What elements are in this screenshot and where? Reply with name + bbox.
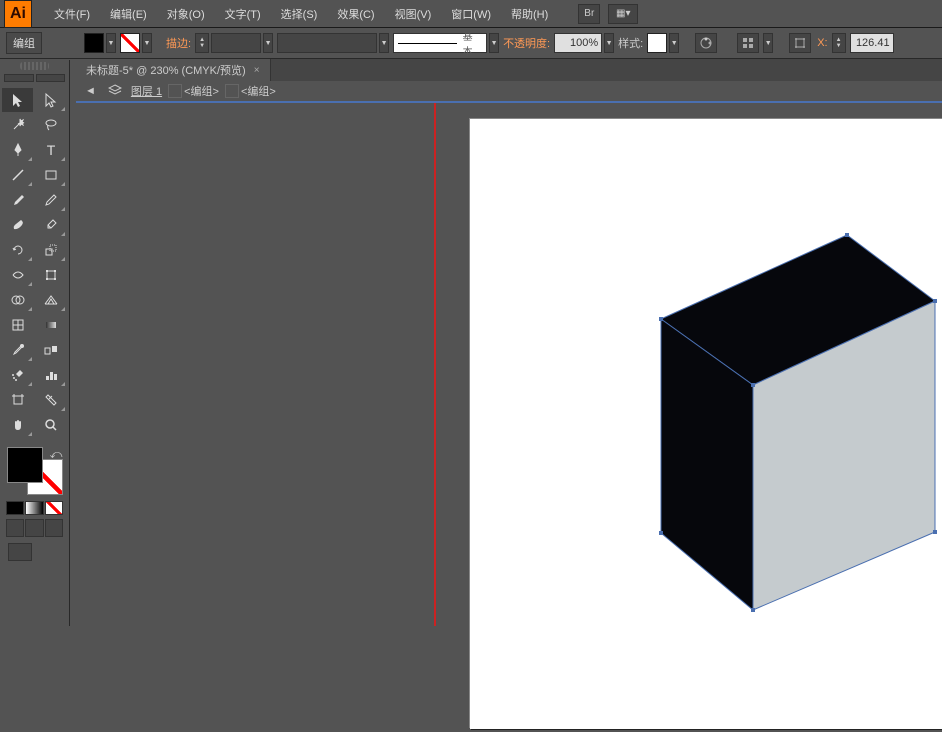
width-tool[interactable] (2, 263, 33, 287)
align-drop[interactable]: ▼ (763, 33, 773, 53)
tab-close-icon[interactable]: × (254, 65, 260, 76)
selection-tool[interactable] (2, 88, 33, 112)
artboard-tool[interactable] (2, 388, 33, 412)
opacity-input[interactable] (554, 33, 602, 53)
perspective-grid-tool[interactable] (35, 288, 66, 312)
stroke-dropdown[interactable]: ▼ (142, 33, 152, 53)
lasso-tool[interactable] (35, 113, 66, 137)
type-tool[interactable]: T (35, 138, 66, 162)
menu-bar: Ai 文件(F) 编辑(E) 对象(O) 文字(T) 选择(S) 效果(C) 视… (0, 0, 942, 28)
brush-def[interactable]: 基本 (393, 33, 487, 53)
column-graph-tool[interactable] (35, 363, 66, 387)
align-icon[interactable] (737, 33, 759, 53)
app-logo: Ai (4, 0, 32, 28)
menu-select[interactable]: 选择(S) (271, 6, 328, 22)
magic-wand-tool[interactable] (2, 113, 33, 137)
screen-mode[interactable] (8, 543, 32, 561)
style-drop[interactable]: ▼ (669, 33, 679, 53)
fill-swatch[interactable] (84, 33, 104, 53)
gradient-tool[interactable] (35, 313, 66, 337)
symbol-sprayer-tool[interactable] (2, 363, 33, 387)
hand-tool[interactable] (2, 413, 33, 437)
color-mode-gradient[interactable] (25, 501, 43, 515)
fill-stroke-swatches[interactable]: ⤺ (7, 447, 63, 495)
tab-title: 未标题-5* @ 230% (CMYK/预览) (86, 62, 246, 78)
brush-drop[interactable]: ▼ (489, 33, 499, 53)
style-swatch[interactable] (647, 33, 667, 53)
canvas-area[interactable]: jingy (76, 103, 942, 626)
pen-tool[interactable] (2, 138, 33, 162)
menu-help[interactable]: 帮助(H) (501, 6, 558, 22)
draw-normal[interactable] (6, 519, 24, 537)
blob-brush-tool[interactable] (2, 213, 33, 237)
slice-tool[interactable] (35, 388, 66, 412)
direct-select-tool[interactable] (35, 88, 66, 112)
toolbar-grip[interactable] (20, 62, 49, 70)
layers-icon[interactable] (105, 84, 125, 99)
toolbar: T ⤺ (0, 60, 70, 626)
document-tabs: 未标题-5* @ 230% (CMYK/预览) × (76, 59, 942, 81)
line-tool[interactable] (2, 163, 33, 187)
transform-icon[interactable] (789, 33, 811, 53)
x-label: X: (817, 37, 827, 49)
rectangle-tool[interactable] (35, 163, 66, 187)
free-transform-tool[interactable] (35, 263, 66, 287)
stroke-weight-label: 描边: (166, 35, 191, 51)
mesh-tool[interactable] (2, 313, 33, 337)
eyedropper-tool[interactable] (2, 338, 33, 362)
draw-inside[interactable] (45, 519, 63, 537)
arrange-docs-icon[interactable]: ▦▾ (608, 4, 638, 24)
recolor-icon[interactable] (695, 33, 717, 53)
stroke-weight-drop[interactable]: ▼ (263, 33, 273, 53)
draw-behind[interactable] (25, 519, 43, 537)
guide-vertical[interactable] (434, 103, 436, 626)
selection-type: 编组 (6, 32, 42, 54)
eraser-tool[interactable] (35, 213, 66, 237)
menu-effect[interactable]: 效果(C) (327, 6, 384, 22)
menu-view[interactable]: 视图(V) (385, 6, 442, 22)
menu-edit[interactable]: 编辑(E) (100, 6, 157, 22)
stroke-weight-input[interactable] (211, 33, 261, 53)
group1-target-icon[interactable] (168, 84, 182, 98)
back-arrow-icon[interactable]: ◄ (82, 85, 99, 97)
zoom-tool[interactable] (35, 413, 66, 437)
scale-tool[interactable] (35, 238, 66, 262)
menu-file[interactable]: 文件(F) (44, 6, 100, 22)
opacity-label: 不透明度: (503, 35, 550, 51)
fill-dropdown[interactable]: ▼ (106, 33, 116, 53)
swap-colors-icon[interactable]: ⤺ (50, 447, 63, 462)
tb-tab-2[interactable] (36, 74, 66, 82)
style-label: 样式: (618, 35, 643, 51)
rotate-tool[interactable] (2, 238, 33, 262)
fill-color[interactable] (7, 447, 43, 483)
artboard[interactable]: jingy (470, 119, 942, 729)
paintbrush-tool[interactable] (2, 188, 33, 212)
shape-builder-tool[interactable] (2, 288, 33, 312)
document-tab[interactable]: 未标题-5* @ 230% (CMYK/预览) × (76, 59, 271, 81)
layer-breadcrumb: ◄ 图层 1 <编组> <编组> (76, 81, 942, 103)
svg-text:T: T (46, 142, 55, 158)
control-bar: 编组 ▼ ▼ 描边: ▲▼ ▼ ▼ 基本 ▼ 不透明度: ▼ 样式: ▼ ▼ X… (0, 28, 942, 59)
x-stepper[interactable]: ▲▼ (832, 33, 846, 53)
var-width-profile[interactable] (277, 33, 377, 53)
stroke-swatch[interactable] (120, 33, 140, 53)
x-input[interactable] (850, 33, 894, 53)
menu-object[interactable]: 对象(O) (157, 6, 215, 22)
group1-name[interactable]: <编组> (184, 83, 219, 99)
layer-name[interactable]: 图层 1 (131, 83, 162, 99)
menu-window[interactable]: 窗口(W) (441, 6, 501, 22)
tb-tab-1[interactable] (4, 74, 34, 82)
color-mode-none[interactable] (45, 501, 63, 515)
opacity-drop[interactable]: ▼ (604, 33, 614, 53)
stroke-stepper[interactable]: ▲▼ (195, 33, 209, 53)
blend-tool[interactable] (35, 338, 66, 362)
var-width-drop[interactable]: ▼ (379, 33, 389, 53)
bridge-icon[interactable]: Br (578, 4, 600, 24)
menu-type[interactable]: 文字(T) (215, 6, 271, 22)
cube-artwork[interactable] (470, 119, 942, 729)
color-mode-solid[interactable] (6, 501, 24, 515)
group2-target-icon[interactable] (225, 84, 239, 98)
pencil-tool[interactable] (35, 188, 66, 212)
group2-name[interactable]: <编组> (241, 83, 276, 99)
